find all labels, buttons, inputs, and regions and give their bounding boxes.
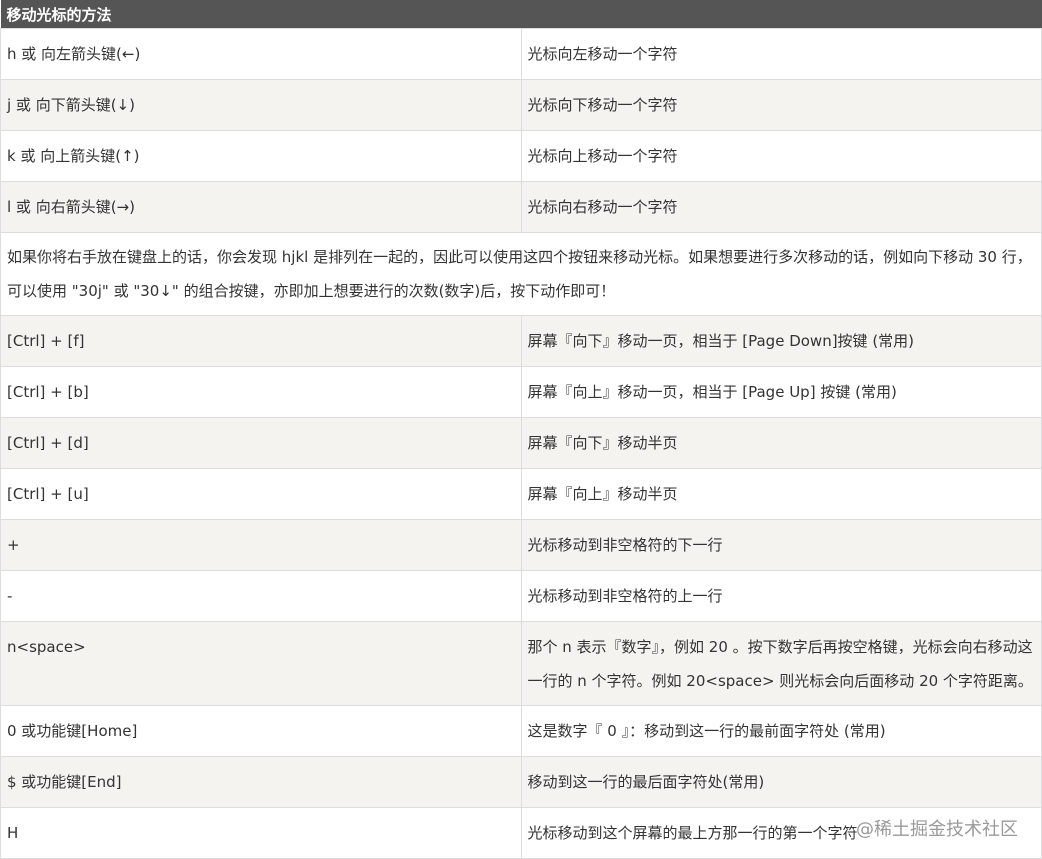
table-row: [Ctrl] + [f] 屏幕『向下』移动一页，相当于 [Page Down]按… — [0, 315, 1042, 367]
table-row: l 或 向右箭头键(→) 光标向右移动一个字符 — [0, 181, 1042, 233]
table-row: j 或 向下箭头键(↓) 光标向下移动一个字符 — [0, 79, 1042, 131]
key-cell: k 或 向上箭头键(↑) — [0, 130, 522, 182]
description-cell: 屏幕『向上』移动一页，相当于 [Page Up] 按键 (常用) — [520, 366, 1042, 418]
table-row: $ 或功能键[End] 移动到这一行的最后面字符处(常用) — [0, 756, 1042, 808]
table-row: k 或 向上箭头键(↑) 光标向上移动一个字符 — [0, 130, 1042, 182]
table-row: 0 或功能键[Home] 这是数字『 0 』：移动到这一行的最前面字符处 (常用… — [0, 705, 1042, 757]
description-cell: 屏幕『向下』移动一页，相当于 [Page Down]按键 (常用) — [520, 315, 1042, 367]
cursor-movement-table: 移动光标的方法 h 或 向左箭头键(←) 光标向左移动一个字符 j 或 向下箭头… — [0, 0, 1042, 859]
key-cell: 0 或功能键[Home] — [0, 705, 522, 757]
table-row: n<space> 那个 n 表示『数字』，例如 20 。按下数字后再按空格键，光… — [0, 621, 1042, 706]
key-cell: H — [0, 807, 522, 859]
key-cell: j 或 向下箭头键(↓) — [0, 79, 522, 131]
key-cell: + — [0, 519, 522, 571]
description-cell: 移动到这一行的最后面字符处(常用) — [520, 756, 1042, 808]
key-cell: $ 或功能键[End] — [0, 756, 522, 808]
key-cell: l 或 向右箭头键(→) — [0, 181, 522, 233]
table-row: [Ctrl] + [d] 屏幕『向下』移动半页 — [0, 417, 1042, 469]
description-cell: 那个 n 表示『数字』，例如 20 。按下数字后再按空格键，光标会向右移动这一行… — [520, 621, 1042, 706]
description-cell: 光标向右移动一个字符 — [520, 181, 1042, 233]
table-row: [Ctrl] + [b] 屏幕『向上』移动一页，相当于 [Page Up] 按键… — [0, 366, 1042, 418]
description-cell: 光标向上移动一个字符 — [520, 130, 1042, 182]
key-cell: [Ctrl] + [u] — [0, 468, 522, 520]
description-cell: 光标移动到非空格符的下一行 — [520, 519, 1042, 571]
description-cell: 这是数字『 0 』：移动到这一行的最前面字符处 (常用) — [520, 705, 1042, 757]
table-row: [Ctrl] + [u] 屏幕『向上』移动半页 — [0, 468, 1042, 520]
description-cell: 光标向下移动一个字符 — [520, 79, 1042, 131]
table-title: 移动光标的方法 — [0, 0, 1042, 29]
key-cell: [Ctrl] + [f] — [0, 315, 522, 367]
watermark-text: @稀土掘金技术社区 — [856, 819, 1018, 840]
note-text: 如果你将右手放在键盘上的话，你会发现 hjkl 是排列在一起的，因此可以使用这四… — [0, 232, 1042, 316]
key-cell: [Ctrl] + [d] — [0, 417, 522, 469]
table-row: + 光标移动到非空格符的下一行 — [0, 519, 1042, 571]
table-header-row: 移动光标的方法 — [0, 0, 1042, 29]
table-row: - 光标移动到非空格符的上一行 — [0, 570, 1042, 622]
key-cell: [Ctrl] + [b] — [0, 366, 522, 418]
description-cell: 光标移动到非空格符的上一行 — [520, 570, 1042, 622]
key-cell: n<space> — [0, 621, 522, 706]
description-cell: 屏幕『向上』移动半页 — [520, 468, 1042, 520]
description-cell: 光标向左移动一个字符 — [520, 28, 1042, 80]
description-cell: 屏幕『向下』移动半页 — [520, 417, 1042, 469]
table-row: h 或 向左箭头键(←) 光标向左移动一个字符 — [0, 28, 1042, 80]
note-row: 如果你将右手放在键盘上的话，你会发现 hjkl 是排列在一起的，因此可以使用这四… — [0, 232, 1042, 316]
key-cell: h 或 向左箭头键(←) — [0, 28, 522, 80]
key-cell: - — [0, 570, 522, 622]
